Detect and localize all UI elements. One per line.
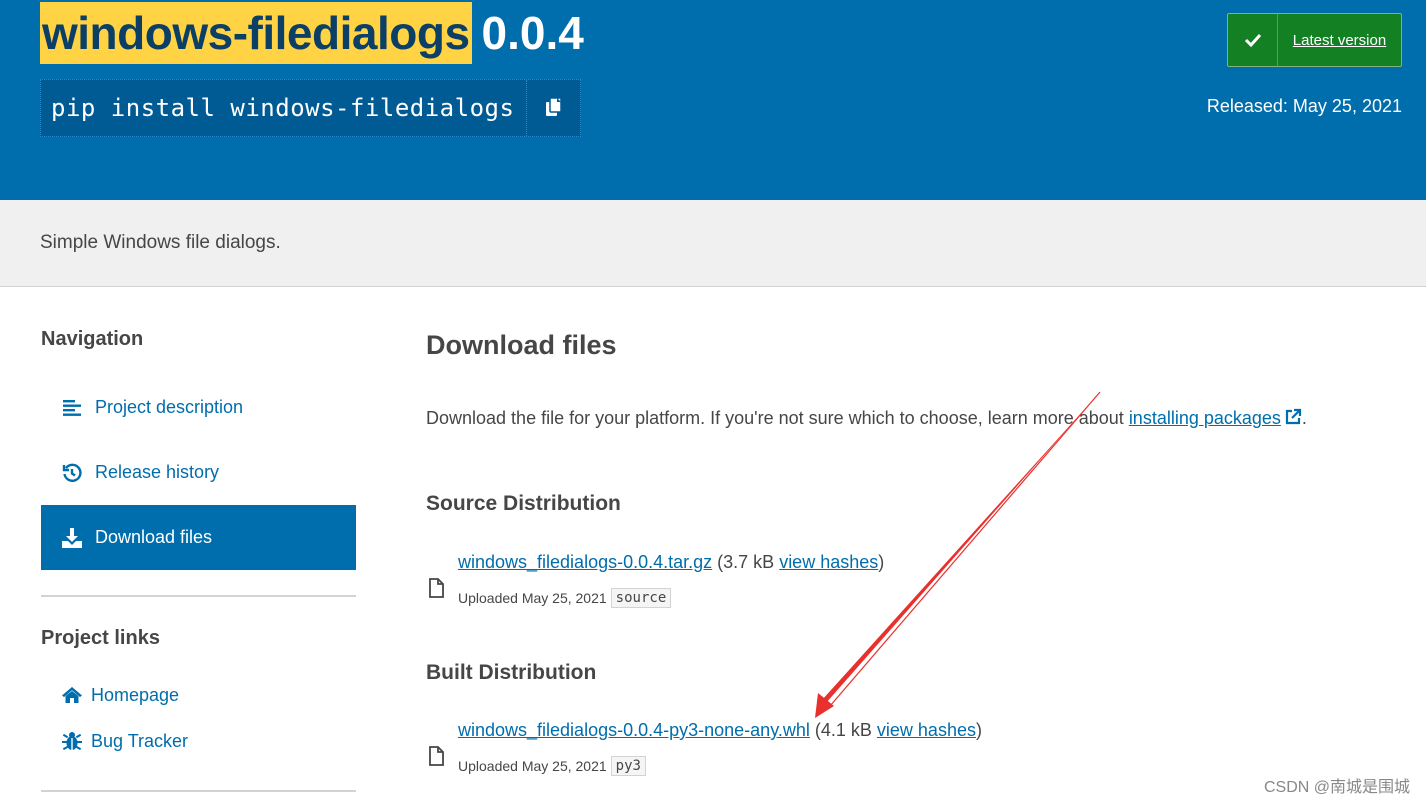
package-header: windows-filedialogs 0.0.4 pip install wi… — [0, 0, 1426, 200]
package-summary: Simple Windows file dialogs. — [40, 232, 281, 253]
link-label: Bug Tracker — [91, 730, 189, 751]
source-distribution-heading: Source Distribution — [426, 492, 621, 515]
navigation-heading: Navigation — [41, 328, 144, 350]
upload-date: Uploaded May 25, 2021 — [458, 758, 607, 774]
source-file-link[interactable]: windows_filedialogs-0.0.4.tar.gz — [458, 552, 712, 572]
pip-command-box: pip install windows-filedialogs — [40, 79, 582, 137]
watermark: CSDN @南城是围城 — [1263, 779, 1410, 796]
file-icon — [429, 578, 444, 598]
file-meta: Uploaded May 25, 2021 source — [458, 588, 672, 608]
built-view-hashes-link[interactable]: view hashes — [877, 720, 976, 740]
download-icon — [61, 527, 83, 549]
file-icon — [429, 746, 444, 766]
upload-date: Uploaded May 25, 2021 — [458, 590, 607, 606]
align-left-icon — [61, 397, 83, 419]
latest-version-button[interactable]: Latest version — [1227, 13, 1402, 67]
copy-button[interactable] — [526, 80, 580, 136]
sidebar-divider — [41, 790, 356, 792]
nav-item-label: Project description — [95, 397, 244, 417]
page-title: Download files — [426, 330, 617, 360]
copy-icon — [545, 97, 562, 116]
history-icon — [61, 462, 83, 484]
sidebar-divider — [41, 595, 356, 597]
package-name: windows-filedialogs — [40, 2, 472, 64]
bug-icon — [61, 730, 83, 752]
built-file-link[interactable]: windows_filedialogs-0.0.4-py3-none-any.w… — [458, 720, 810, 740]
file-built: windows_filedialogs-0.0.4-py3-none-any.w… — [426, 720, 1326, 780]
installing-packages-link[interactable]: installing packages — [1129, 408, 1281, 428]
nav-item-release-history[interactable]: Release history — [41, 440, 356, 505]
source-view-hashes-link[interactable]: view hashes — [779, 552, 878, 572]
package-version: 0.0.4 — [481, 7, 584, 59]
pip-command[interactable]: pip install windows-filedialogs — [41, 80, 526, 136]
nav-item-label: Release history — [95, 462, 220, 482]
download-intro: Download the file for your platform. If … — [426, 408, 1307, 428]
project-links-heading: Project links — [41, 627, 160, 649]
file-meta: Uploaded May 25, 2021 py3 — [458, 756, 646, 776]
release-date: Released: May 25, 2021 — [1206, 96, 1402, 116]
external-link-icon — [1285, 408, 1302, 425]
package-summary-band: Simple Windows file dialogs. — [0, 200, 1426, 287]
link-label: Homepage — [91, 684, 180, 705]
file-type-tag: source — [610, 588, 672, 608]
nav-item-project-description[interactable]: Project description — [41, 375, 356, 440]
file-type-tag: py3 — [610, 756, 646, 776]
home-icon — [61, 684, 83, 706]
package-title: windows-filedialogs 0.0.4 — [40, 2, 584, 64]
latest-version-label: Latest version — [1292, 31, 1387, 49]
file-link-line: windows_filedialogs-0.0.4.tar.gz (3.7 kB… — [458, 552, 885, 572]
built-distribution-heading: Built Distribution — [426, 661, 597, 684]
check-icon — [1228, 14, 1278, 66]
link-bug-tracker[interactable]: Bug Tracker — [41, 730, 188, 752]
link-homepage[interactable]: Homepage — [41, 684, 179, 706]
nav-item-download-files[interactable]: Download files — [41, 505, 356, 570]
nav-item-label: Download files — [95, 527, 213, 547]
file-source: windows_filedialogs-0.0.4.tar.gz (3.7 kB… — [426, 552, 1326, 612]
file-link-line: windows_filedialogs-0.0.4-py3-none-any.w… — [458, 720, 982, 740]
